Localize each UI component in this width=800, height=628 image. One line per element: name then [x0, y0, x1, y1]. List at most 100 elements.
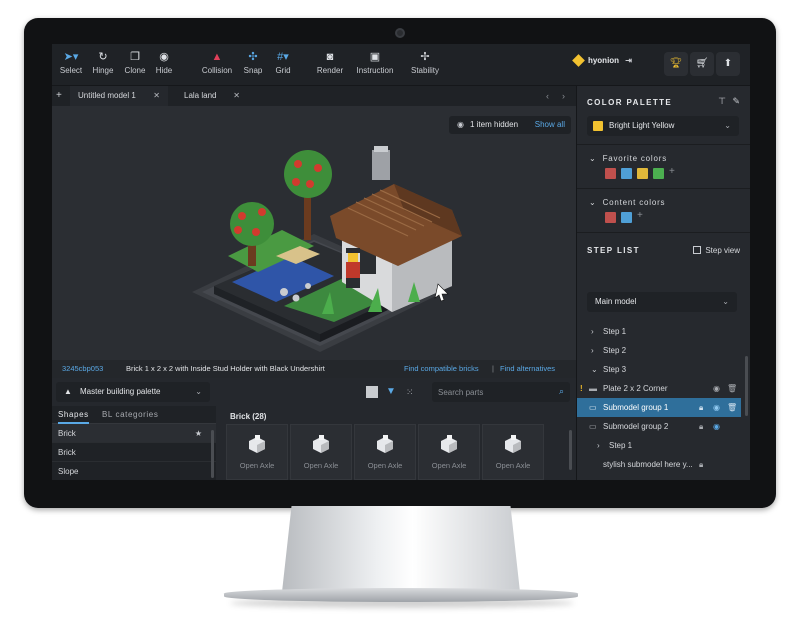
logout-icon[interactable]: ⇥	[625, 56, 632, 65]
palette-select[interactable]: ▲ Master building palette ⌄	[56, 382, 210, 402]
parts-scrollbar[interactable]	[569, 430, 572, 470]
content-colors-title[interactable]: ⌄ Content colors	[589, 198, 665, 207]
show-all-link[interactable]: Show all	[535, 116, 565, 134]
submodel-label: Submodel group 2	[603, 422, 669, 431]
chevron-right-icon[interactable]: ›	[591, 322, 594, 341]
star-icon[interactable]: ★	[195, 424, 202, 443]
lock-icon[interactable]: 🔒︎	[699, 455, 703, 474]
favorite-color-swatch[interactable]	[621, 168, 632, 179]
content-colors-label: Content colors	[602, 198, 666, 207]
content-color-swatch[interactable]	[605, 212, 616, 223]
lock-icon[interactable]: 🔒︎	[699, 417, 703, 436]
add-tab-icon[interactable]: +	[56, 86, 62, 106]
eyedropper-icon[interactable]: ✎	[732, 96, 740, 107]
submodel-row-selected[interactable]: ▭ Submodel group 1 🔒︎ ◉ 🗑︎	[577, 398, 741, 417]
cursor-icon: ➤▾	[63, 51, 79, 63]
favorite-colors-title[interactable]: ⌄ Favorite colors	[589, 154, 667, 163]
part-card[interactable]: Open Axle	[226, 424, 288, 480]
shapes-scrollbar[interactable]	[211, 430, 214, 478]
search-icon[interactable]: ⌕	[559, 386, 564, 397]
snap-tool-label: Snap	[243, 66, 263, 75]
tab-untitled-model-1[interactable]: Untitled model 1 ✕	[70, 86, 168, 106]
instruction-tool-button[interactable]: ▣ Instruction	[352, 50, 398, 75]
eye-off-icon[interactable]: ◉	[713, 379, 720, 398]
shape-item[interactable]: Brick ★	[52, 424, 216, 443]
part-card[interactable]: Open Axle	[290, 424, 352, 480]
grid-tool-button[interactable]: #▾ Grid	[270, 50, 296, 75]
lock-icon[interactable]: 🔒︎	[699, 398, 703, 417]
shape-item[interactable]: Brick	[52, 443, 216, 462]
favorite-color-swatch[interactable]	[605, 168, 616, 179]
upload-button[interactable]: ⬆	[716, 52, 740, 76]
submodel-row[interactable]: ▭ Submodel group 2 🔒︎ ◉	[577, 417, 741, 436]
color-select[interactable]: Bright Light Yellow ⌄	[587, 116, 739, 136]
chevron-right-icon[interactable]: ›	[591, 341, 594, 360]
tab-shapes[interactable]: Shapes	[58, 410, 89, 424]
close-tab-icon[interactable]: ✕	[233, 86, 240, 106]
add-content-color-icon[interactable]: +	[637, 210, 643, 221]
chevron-down-icon[interactable]: ⌄	[591, 360, 598, 379]
tab-next-icon[interactable]: ›	[562, 86, 565, 106]
warning-icon: !	[580, 384, 583, 393]
chevron-right-icon[interactable]: ›	[597, 436, 600, 455]
trash-icon[interactable]: 🗑︎	[727, 379, 737, 398]
step-list-scrollbar[interactable]	[745, 356, 748, 416]
cart-button[interactable]: 🛒︎	[690, 52, 714, 76]
favorite-color-swatch[interactable]	[637, 168, 648, 179]
paint-icon[interactable]: ⊤	[718, 96, 726, 107]
search-input[interactable]	[438, 386, 548, 398]
find-alternatives-link[interactable]: Find alternatives	[500, 360, 555, 378]
shape-item-label: Slope	[58, 467, 79, 476]
model-select[interactable]: Main model ⌄	[587, 292, 737, 312]
trash-icon[interactable]: 🗑︎	[727, 398, 737, 417]
part-card[interactable]: Open Axle	[354, 424, 416, 480]
hidden-items-pill: ◉ 1 item hidden Show all	[449, 116, 571, 134]
3d-viewport[interactable]: ◉ 1 item hidden Show all 3245cbp053 Brick…	[52, 106, 576, 378]
step-view-toggle[interactable]: Step view	[693, 246, 740, 255]
shapes-panel: Shapes BL categories Brick ★ Brick Slope	[52, 406, 216, 480]
trophy-button[interactable]: 🏆︎	[664, 52, 688, 76]
color-palette-title: COLOR PALETTE	[587, 98, 673, 107]
user-account[interactable]: hyonion ⇥	[572, 54, 632, 68]
snap-icon: ✣	[248, 51, 258, 63]
filter-icon[interactable]: ▼	[386, 386, 398, 398]
hinge-tool-button[interactable]: ↻ Hinge	[90, 50, 116, 75]
monitor-bezel: ➤▾ Select ↻ Hinge ❐ Clone ◉ Hide ▲ Colli…	[24, 18, 776, 508]
content-color-swatch[interactable]	[621, 212, 632, 223]
step-view-checkbox[interactable]	[693, 246, 702, 254]
part-name: Open Axle	[303, 461, 339, 470]
brick-row[interactable]: ! ▬ Plate 2 x 2 Corner ◉ 🗑︎	[577, 379, 741, 398]
step-row[interactable]: › Step 1	[577, 436, 741, 455]
part-code[interactable]: 3245cbp053	[62, 360, 103, 378]
part-card[interactable]: Open Axle	[418, 424, 480, 480]
chevron-down-icon: ⌄	[195, 387, 202, 396]
snap-tool-button[interactable]: ✣ Snap	[240, 50, 266, 75]
favorite-color-swatch[interactable]	[653, 168, 664, 179]
part-card[interactable]: Open Axle	[482, 424, 544, 480]
lego-model-render[interactable]	[52, 106, 576, 360]
grid-view-icon[interactable]: ⁙	[406, 386, 418, 398]
eye-icon[interactable]: ◉	[713, 417, 720, 436]
tab-lala-land[interactable]: Lala land ✕	[176, 86, 248, 106]
clone-tool-button[interactable]: ❐ Clone	[122, 50, 148, 75]
close-tab-icon[interactable]: ✕	[153, 86, 160, 106]
divider	[577, 144, 750, 145]
find-compatible-link[interactable]: Find compatible bricks	[404, 360, 479, 378]
select-tool-button[interactable]: ➤▾ Select	[58, 50, 84, 75]
hidden-count: 1 item hidden	[469, 120, 519, 129]
step-row[interactable]: ⌄ Step 3	[577, 360, 741, 379]
stability-tool-button[interactable]: ✢ Stability	[406, 50, 444, 75]
color-filter-button[interactable]	[366, 386, 378, 398]
shape-item[interactable]: Slope	[52, 462, 216, 480]
tab-bl-categories[interactable]: BL categories	[102, 410, 158, 419]
tree-left	[230, 202, 274, 246]
tab-prev-icon[interactable]: ‹	[546, 86, 549, 106]
submodel-row[interactable]: stylish submodel here y... 🔒︎	[577, 455, 741, 474]
step-row[interactable]: › Step 1	[577, 322, 741, 341]
step-row[interactable]: › Step 2	[577, 341, 741, 360]
collision-tool-button[interactable]: ▲ Collision	[198, 50, 236, 75]
hide-tool-button[interactable]: ◉ Hide	[152, 50, 176, 75]
add-favorite-icon[interactable]: +	[669, 166, 675, 177]
render-tool-button[interactable]: ◙ Render	[314, 50, 346, 75]
eye-icon[interactable]: ◉	[713, 398, 720, 417]
